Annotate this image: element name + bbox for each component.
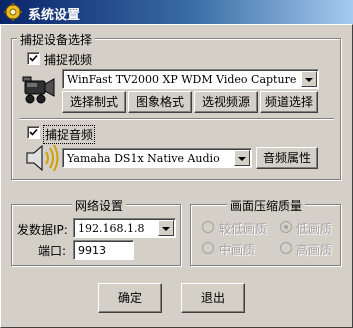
capture-separator bbox=[20, 118, 334, 120]
audio-device-select[interactable]: Yamaha DS1x Native Audio bbox=[62, 148, 252, 168]
port-label: 端口: bbox=[38, 244, 67, 258]
radio-medium-quality[interactable] bbox=[202, 242, 214, 254]
exit-button[interactable]: 退出 bbox=[181, 283, 245, 313]
capture-video-label: 捕捉视频 bbox=[44, 53, 93, 67]
chevron-down-icon bbox=[305, 78, 313, 82]
audio-device-value: Yamaha DS1x Native Audio bbox=[67, 152, 220, 165]
ip-select[interactable]: 192.168.1.8 bbox=[73, 218, 176, 238]
video-camera-icon bbox=[21, 72, 57, 106]
video-device-value: WinFast TV2000 XP WDM Video Capture bbox=[67, 73, 297, 86]
channel-select-button[interactable]: 频道选择 bbox=[260, 91, 318, 113]
select-standard-button[interactable]: 选择制式 bbox=[62, 91, 126, 113]
window-title: 系统设置 bbox=[28, 8, 81, 23]
chevron-down-icon bbox=[162, 227, 170, 231]
capture-device-legend: 捕捉设备选择 bbox=[17, 31, 96, 48]
video-device-dropdown-button[interactable] bbox=[301, 71, 317, 87]
radio-high-quality[interactable] bbox=[280, 242, 292, 254]
video-device-select[interactable]: WinFast TV2000 XP WDM Video Capture bbox=[62, 69, 319, 89]
radio-lower-quality[interactable] bbox=[202, 221, 214, 233]
ip-value: 192.168.1.8 bbox=[78, 222, 145, 235]
port-input[interactable]: 9913 bbox=[73, 240, 134, 260]
compression-quality-legend: 画面压缩质量 bbox=[227, 197, 306, 214]
port-value: 9913 bbox=[78, 244, 106, 257]
radio-low-quality[interactable] bbox=[280, 221, 292, 233]
ok-button[interactable]: 确定 bbox=[98, 283, 162, 313]
capture-audio-checkbox[interactable] bbox=[27, 126, 40, 139]
audio-properties-button[interactable]: 音频属性 bbox=[256, 147, 318, 169]
radio-high-quality-label: 高画质 bbox=[296, 243, 333, 257]
capture-video-checkbox[interactable] bbox=[27, 52, 40, 65]
radio-selected-dot bbox=[284, 225, 288, 229]
ip-dropdown-button[interactable] bbox=[158, 220, 174, 236]
settings-app-icon bbox=[4, 3, 22, 21]
audio-device-dropdown-button[interactable] bbox=[234, 150, 250, 166]
radio-lower-quality-label: 较低画质 bbox=[219, 222, 268, 236]
radio-medium-quality-label: 中画质 bbox=[219, 243, 256, 257]
speaker-icon bbox=[24, 142, 60, 174]
radio-low-quality-label: 低画质 bbox=[296, 222, 333, 236]
video-source-button[interactable]: 选视频源 bbox=[194, 91, 258, 113]
ip-label: 发数据IP: bbox=[17, 223, 68, 237]
image-format-button[interactable]: 图象格式 bbox=[128, 91, 192, 113]
chevron-down-icon bbox=[238, 157, 246, 161]
network-settings-legend: 网络设置 bbox=[72, 197, 127, 214]
